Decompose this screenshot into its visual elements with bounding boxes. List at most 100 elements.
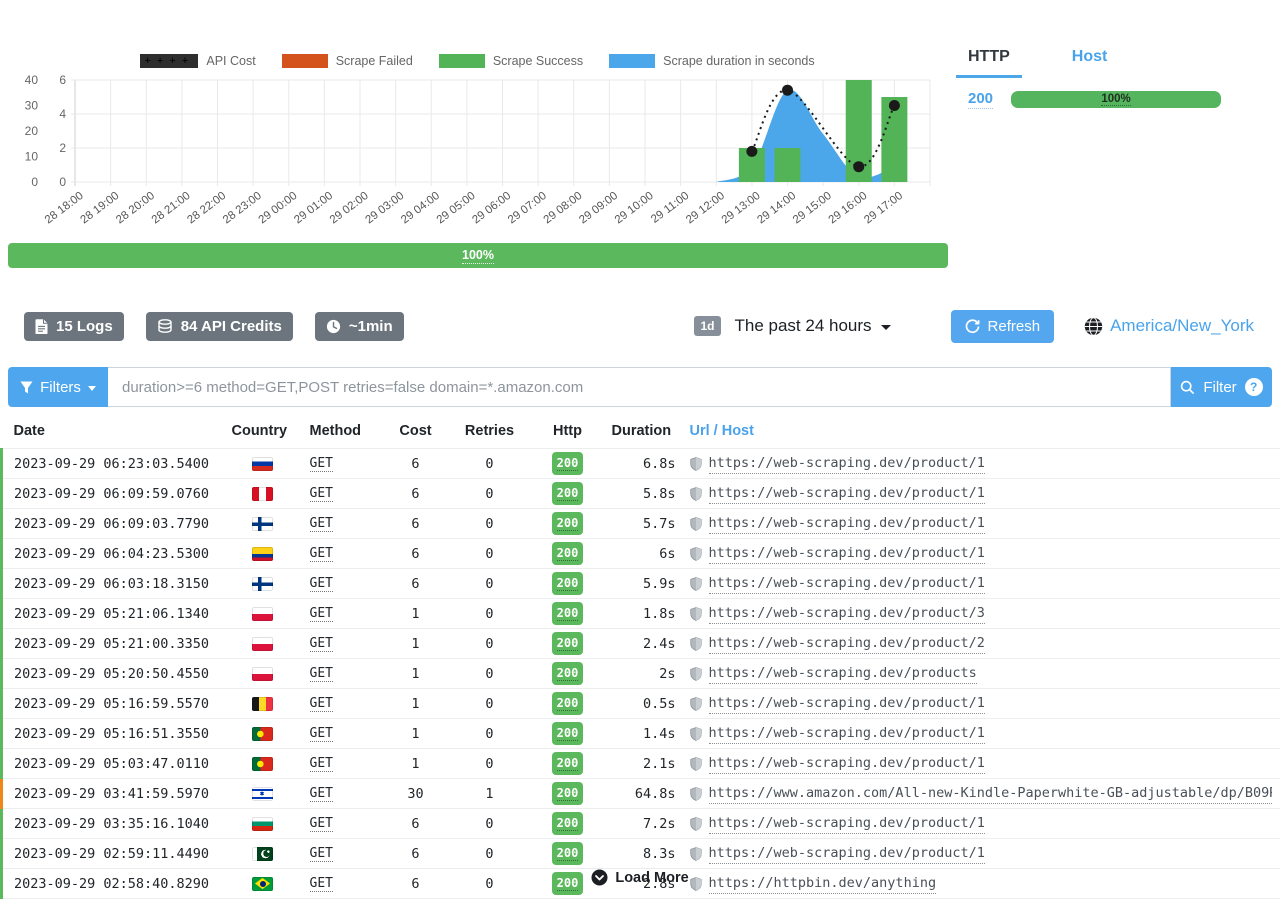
http-status-badge[interactable]: 200 <box>552 542 584 565</box>
http-status-badge[interactable]: 200 <box>552 782 584 805</box>
url-link[interactable]: https://web-scraping.dev/product/3 <box>709 603 985 624</box>
method-link[interactable]: GET <box>310 756 333 772</box>
http-status-badge[interactable]: 200 <box>552 692 584 715</box>
flag-fi-icon[interactable] <box>252 517 273 531</box>
method-link[interactable]: GET <box>310 816 333 832</box>
log-row[interactable]: 2023-09-29 06:04:23.5300 GET 6 0 200 6s … <box>2 539 1280 569</box>
legend-item-scrape-failed[interactable]: Scrape Failed <box>282 54 413 68</box>
url-link[interactable]: https://web-scraping.dev/products <box>709 663 977 684</box>
success-rate-percent[interactable]: 100% <box>462 248 494 264</box>
log-row[interactable]: 2023-09-29 05:20:50.4550 GET 1 0 200 2s … <box>2 659 1280 689</box>
method-link[interactable]: GET <box>310 486 333 502</box>
timezone-selector[interactable]: America/New_York <box>1084 316 1254 336</box>
legend-item-scrape-duration[interactable]: Scrape duration in seconds <box>609 54 814 68</box>
url-link[interactable]: https://www.amazon.com/All-new-Kindle-Pa… <box>709 783 1273 804</box>
http-status-badge[interactable]: 200 <box>552 632 584 655</box>
url-link[interactable]: https://web-scraping.dev/product/1 <box>709 723 985 744</box>
url-link[interactable]: https://web-scraping.dev/product/1 <box>709 693 985 714</box>
flag-pl-icon[interactable] <box>252 607 273 621</box>
api-cost-point[interactable] <box>889 100 900 111</box>
api-cost-point[interactable] <box>853 161 864 172</box>
log-row[interactable]: 2023-09-29 05:21:00.3350 GET 1 0 200 2.4… <box>2 629 1280 659</box>
log-row[interactable]: 2023-09-29 02:59:11.4490 GET 6 0 200 8.3… <box>2 839 1280 869</box>
flag-pk-icon[interactable] <box>252 847 273 861</box>
log-row[interactable]: 2023-09-29 06:23:03.5400 GET 6 0 200 6.8… <box>2 449 1280 479</box>
flag-bg-icon[interactable] <box>252 817 273 831</box>
method-link[interactable]: GET <box>310 726 333 742</box>
http-200-percent[interactable]: 100% <box>1101 93 1130 106</box>
refresh-button[interactable]: Refresh <box>951 310 1055 343</box>
tab-host[interactable]: Host <box>1060 48 1120 78</box>
http-status-badge[interactable]: 200 <box>552 752 584 775</box>
method-link[interactable]: GET <box>310 696 333 712</box>
retries-value: 0 <box>448 599 532 629</box>
filters-dropdown-button[interactable]: Filters <box>8 367 108 407</box>
legend-item-api-cost[interactable]: ++++ API Cost <box>140 54 255 68</box>
method-link[interactable]: GET <box>310 516 333 532</box>
url-link[interactable]: https://web-scraping.dev/product/1 <box>709 813 985 834</box>
http-status-badge[interactable]: 200 <box>552 482 584 505</box>
http-status-badge[interactable]: 200 <box>552 452 584 475</box>
http-status-badge[interactable]: 200 <box>552 512 584 535</box>
log-row[interactable]: 2023-09-29 06:03:18.3150 GET 6 0 200 5.9… <box>2 569 1280 599</box>
flag-be-icon[interactable] <box>252 697 273 711</box>
svg-text:29 06:00: 29 06:00 <box>470 190 513 227</box>
flag-pt-icon[interactable] <box>252 757 273 771</box>
http-status-badge[interactable]: 200 <box>552 842 584 865</box>
api-cost-point[interactable] <box>746 146 757 157</box>
method-link[interactable]: GET <box>310 666 333 682</box>
flag-pt-icon[interactable] <box>252 727 273 741</box>
legend-item-scrape-success[interactable]: Scrape Success <box>439 54 583 68</box>
log-row[interactable]: 2023-09-29 05:21:06.1340 GET 1 0 200 1.8… <box>2 599 1280 629</box>
flag-il-icon[interactable] <box>252 787 273 801</box>
url-link[interactable]: https://web-scraping.dev/product/1 <box>709 843 985 864</box>
flag-pl-icon[interactable] <box>252 637 273 651</box>
http-status-badge[interactable]: 200 <box>552 812 584 835</box>
log-row[interactable]: 2023-09-29 06:09:03.7790 GET 6 0 200 5.7… <box>2 509 1280 539</box>
http-status-badge[interactable]: 200 <box>552 662 584 685</box>
flag-fi-icon[interactable] <box>252 577 273 591</box>
url-link[interactable]: https://web-scraping.dev/product/2 <box>709 633 985 654</box>
method-link[interactable]: GET <box>310 636 333 652</box>
http-status-badge[interactable]: 200 <box>552 722 584 745</box>
header-url-host-toggle[interactable]: Url / Host <box>682 418 1280 449</box>
log-row[interactable]: 2023-09-29 03:41:59.5970 GET 30 1 200 64… <box>2 779 1280 809</box>
method-link[interactable]: GET <box>310 606 333 622</box>
url-link[interactable]: https://web-scraping.dev/product/1 <box>709 513 985 534</box>
url-link[interactable]: https://web-scraping.dev/product/1 <box>709 483 985 504</box>
method-link[interactable]: GET <box>310 576 333 592</box>
log-row[interactable]: 2023-09-29 06:09:59.0760 GET 6 0 200 5.8… <box>2 479 1280 509</box>
tab-http[interactable]: HTTP <box>956 48 1022 78</box>
retries-value: 0 <box>448 479 532 509</box>
log-row[interactable]: 2023-09-29 05:03:47.0110 GET 1 0 200 2.1… <box>2 749 1280 779</box>
success-bar[interactable] <box>775 148 801 182</box>
url-link[interactable]: https://web-scraping.dev/product/1 <box>709 543 985 564</box>
filters-button-label: Filters <box>40 379 81 396</box>
url-link[interactable]: https://web-scraping.dev/product/1 <box>709 453 985 474</box>
filter-query-input[interactable] <box>108 367 1171 407</box>
method-link[interactable]: GET <box>310 456 333 472</box>
http-status-badge[interactable]: 200 <box>552 572 584 595</box>
flag-pe-icon[interactable] <box>252 487 273 501</box>
flag-co-icon[interactable] <box>252 547 273 561</box>
retries-value: 0 <box>448 839 532 869</box>
filter-bar: Filters Filter ? <box>8 367 1272 407</box>
method-link[interactable]: GET <box>310 846 333 862</box>
url-link[interactable]: https://web-scraping.dev/product/1 <box>709 753 985 774</box>
filter-help-icon[interactable]: ? <box>1245 378 1263 396</box>
flag-ru-icon[interactable] <box>252 457 273 471</box>
http-code-200-link[interactable]: 200 <box>968 90 993 109</box>
load-more-button[interactable]: Load More <box>0 869 1280 886</box>
time-range-dropdown[interactable]: The past 24 hours <box>735 316 891 336</box>
log-row[interactable]: 2023-09-29 05:16:51.3550 GET 1 0 200 1.4… <box>2 719 1280 749</box>
method-link[interactable]: GET <box>310 546 333 562</box>
url-link[interactable]: https://web-scraping.dev/product/1 <box>709 573 985 594</box>
flag-pl-icon[interactable] <box>252 667 273 681</box>
http-status-badge[interactable]: 200 <box>552 602 584 625</box>
svg-text:29 08:00: 29 08:00 <box>542 190 585 227</box>
log-row[interactable]: 2023-09-29 05:16:59.5570 GET 1 0 200 0.5… <box>2 689 1280 719</box>
log-row[interactable]: 2023-09-29 03:35:16.1040 GET 6 0 200 7.2… <box>2 809 1280 839</box>
apply-filter-button[interactable]: Filter ? <box>1171 367 1272 407</box>
method-link[interactable]: GET <box>310 786 333 802</box>
api-cost-point[interactable] <box>782 85 793 96</box>
